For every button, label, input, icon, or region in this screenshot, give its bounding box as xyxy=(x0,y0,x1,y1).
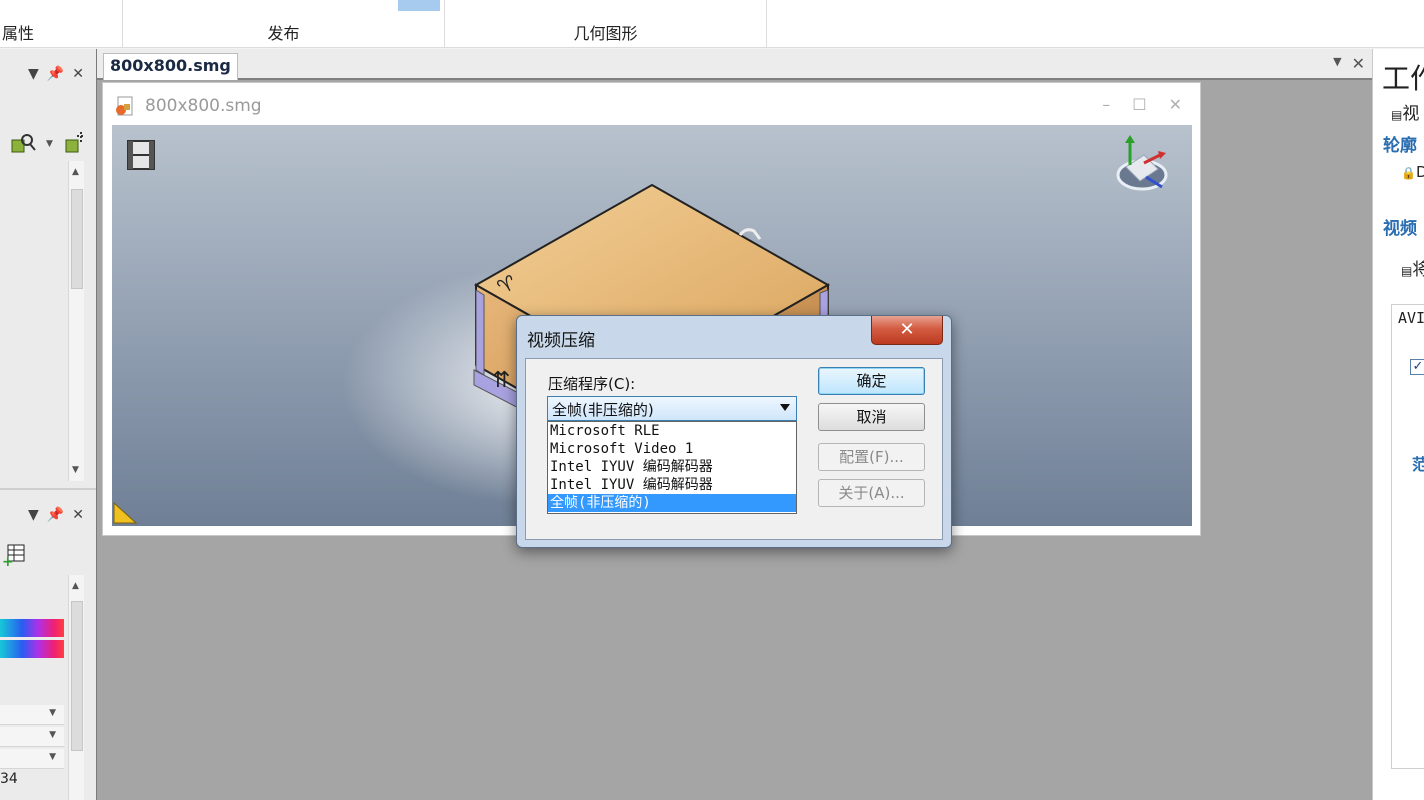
document-tab-controls: ▼ ✕ xyxy=(1333,54,1365,73)
dialog-title: 视频压缩 xyxy=(527,331,595,351)
compressor-dropdown-list: Microsoft RLE Microsoft Video 1 Intel IY… xyxy=(547,421,797,514)
compressor-option[interactable]: Intel IYUV 编码解码器 xyxy=(548,458,796,476)
scroll-down-icon[interactable]: ▼ xyxy=(72,465,79,475)
compressor-option[interactable]: Intel IYUV 编码解码器 xyxy=(548,476,796,494)
document-tab-bar: 800x800.smg ▼ ✕ xyxy=(97,49,1373,80)
left-toolbar: ▼ xyxy=(10,129,87,159)
format-label: AVI xyxy=(1398,309,1424,327)
dropdown-arrow-icon[interactable]: ▼ xyxy=(1333,54,1341,73)
checkbox-checked[interactable]: ✓ xyxy=(1410,359,1424,375)
chevron-down-icon: ▼ xyxy=(49,752,56,762)
ribbon-highlight xyxy=(398,0,440,11)
compressor-label: 压缩程序(C): xyxy=(548,375,636,393)
dialog-body: 压缩程序(C): 全帧(非压缩的) Microsoft RLE Microsof… xyxy=(525,358,943,540)
left-panel-scrollbar[interactable]: ▲ ▼ xyxy=(68,161,84,481)
property-dropdown[interactable]: ▼ xyxy=(0,705,64,725)
left-panel: ▼ 📌 ✕ ▼ ▲ ▼ ▼ 📌 ✕ + ▼ ▼ ▼ 34 ▲ xyxy=(0,49,96,800)
left-panel-top-controls: ▼ 📌 ✕ xyxy=(28,63,84,85)
ribbon-group-geometry[interactable]: 几何图形 xyxy=(445,0,767,48)
ok-button[interactable]: 确定 xyxy=(818,367,925,395)
compressor-option-selected[interactable]: 全帧(非压缩的) xyxy=(548,494,796,512)
window-controls: – ☐ ✕ xyxy=(1102,95,1182,114)
scene-file-icon xyxy=(116,96,133,116)
dialog-close-button[interactable]: ✕ xyxy=(871,316,943,345)
cancel-button[interactable]: 取消 xyxy=(818,403,925,431)
document-tab[interactable]: 800x800.smg xyxy=(103,53,238,80)
document-window-titlebar: 800x800.smg – ☐ ✕ xyxy=(103,83,1200,125)
dropdown-arrow-icon[interactable]: ▼ xyxy=(28,66,39,82)
outline-heading: 轮廓 xyxy=(1383,136,1417,156)
film-record-icon[interactable] xyxy=(127,140,155,170)
minimize-icon[interactable]: – xyxy=(1102,95,1110,114)
crate-upright-symbol: ⇈ xyxy=(492,368,510,393)
scroll-up-icon[interactable]: ▲ xyxy=(72,167,79,177)
close-icon[interactable]: ✕ xyxy=(72,507,84,523)
document-window-title: 800x800.smg xyxy=(145,96,262,116)
close-icon[interactable]: ✕ xyxy=(72,66,84,82)
ribbon-group-label: 属性 xyxy=(2,24,35,43)
ribbon-group-properties[interactable]: 属性 xyxy=(0,0,123,48)
pin-icon[interactable]: 📌 xyxy=(47,507,64,523)
ribbon-group-label: 几何图形 xyxy=(573,24,638,43)
scroll-thumb[interactable] xyxy=(71,189,83,289)
chevron-down-icon xyxy=(780,404,790,411)
locked-item[interactable]: 🔒D xyxy=(1401,163,1424,181)
close-icon[interactable]: ✕ xyxy=(1352,54,1365,73)
navigation-cube-icon[interactable] xyxy=(1116,135,1168,191)
cube-move-icon[interactable] xyxy=(63,132,87,156)
svg-text:+: + xyxy=(2,554,14,567)
close-icon[interactable]: ✕ xyxy=(1169,95,1182,114)
color-gradient-bar[interactable] xyxy=(0,640,64,658)
dropdown-arrow-icon[interactable]: ▼ xyxy=(28,507,39,523)
property-dropdown[interactable]: ▼ xyxy=(0,749,64,769)
left-panel-lower-scrollbar[interactable]: ▲ xyxy=(68,575,84,800)
right-panel-title: 工作 xyxy=(1382,62,1424,95)
ribbon-group-label: 发布 xyxy=(267,24,300,43)
compressor-option[interactable]: Microsoft Video 1 xyxy=(548,440,796,458)
left-panel-lower-controls: ▼ 📌 ✕ xyxy=(28,504,84,526)
property-dropdown[interactable]: ▼ xyxy=(0,727,64,747)
scroll-up-icon[interactable]: ▲ xyxy=(72,581,79,591)
range-heading: 范 xyxy=(1412,451,1424,475)
view-item[interactable]: ▤视 xyxy=(1391,99,1419,124)
color-gradient-bar[interactable] xyxy=(0,619,64,637)
chevron-down-icon[interactable]: ▼ xyxy=(46,139,53,149)
chevron-down-icon: ▼ xyxy=(49,708,56,718)
configure-button[interactable]: 配置(F)... xyxy=(818,443,925,471)
corner-axis-icon xyxy=(113,501,138,524)
compressor-selected-value: 全帧(非压缩的) xyxy=(552,401,654,419)
video-settings-box: AVI ✓ 范 xyxy=(1391,304,1424,769)
crate-corner-bracket xyxy=(475,289,485,376)
ribbon: 属性 发布 几何图形 xyxy=(0,0,1424,48)
property-value: 34 xyxy=(0,771,18,787)
close-icon: ✕ xyxy=(899,319,915,340)
video-heading: 视频 xyxy=(1383,219,1417,239)
panel-divider xyxy=(0,488,96,490)
maximize-icon[interactable]: ☐ xyxy=(1132,95,1146,114)
tree-node-icon: ▤ xyxy=(1401,264,1413,278)
scroll-thumb[interactable] xyxy=(71,601,83,751)
add-table-icon[interactable]: + xyxy=(2,543,26,567)
zoom-cube-icon[interactable] xyxy=(10,132,36,156)
compressor-select[interactable]: 全帧(非压缩的) xyxy=(547,396,797,421)
ribbon-group-publish[interactable]: 发布 xyxy=(123,0,445,48)
video-option-item[interactable]: ▤将 xyxy=(1401,255,1424,280)
right-panel: 工作 ▤视 轮廓 🔒D 视频 ▤将 AVI ✓ 范 xyxy=(1372,49,1424,800)
compressor-option[interactable]: Microsoft RLE xyxy=(548,422,796,440)
about-button[interactable]: 关于(A)... xyxy=(818,479,925,507)
pin-icon[interactable]: 📌 xyxy=(47,66,64,82)
tree-node-icon: ▤ xyxy=(1391,108,1403,122)
chevron-down-icon: ▼ xyxy=(49,730,56,740)
video-compression-dialog: 视频压缩 ✕ 压缩程序(C): 全帧(非压缩的) Microsoft RLE M… xyxy=(516,315,952,548)
lock-icon: 🔒 xyxy=(1401,166,1416,180)
